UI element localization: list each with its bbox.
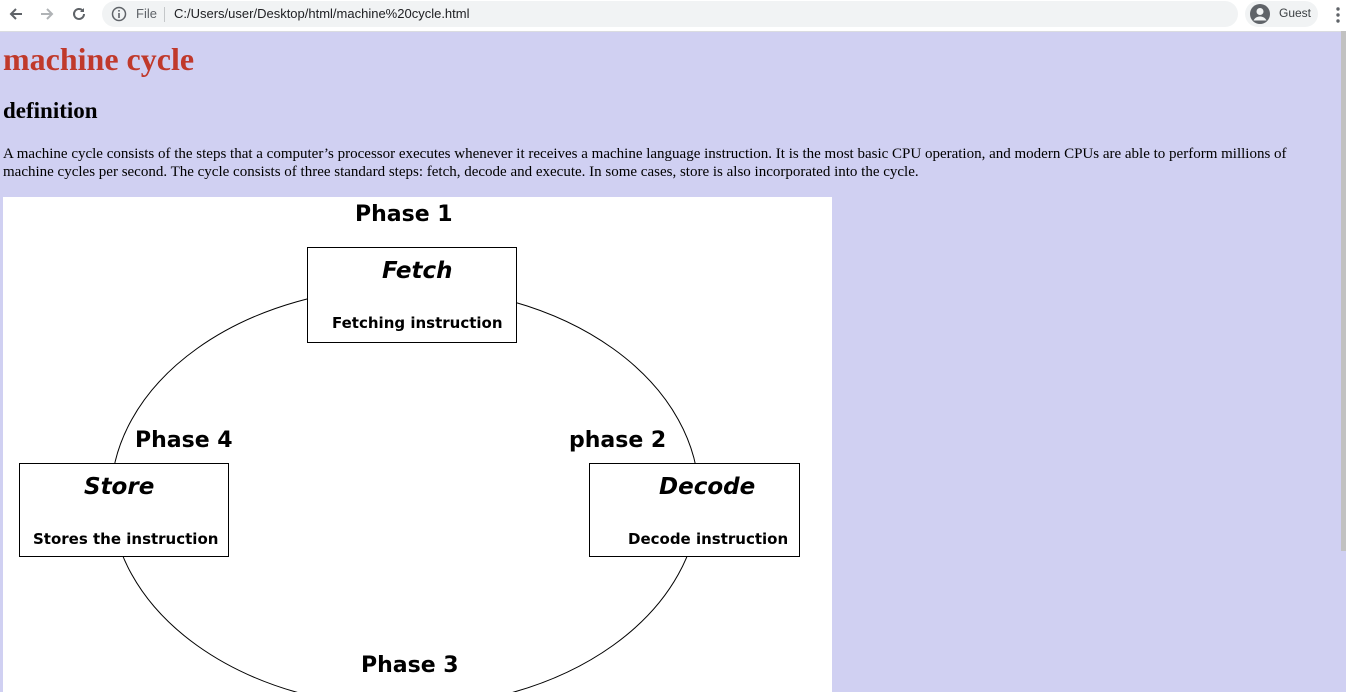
back-button[interactable] bbox=[3, 3, 29, 25]
page-scrollbar[interactable] bbox=[1341, 31, 1346, 551]
decode-description: Decode instruction bbox=[628, 530, 789, 548]
url-scheme-label: File bbox=[136, 6, 157, 21]
address-bar[interactable]: File C:/Users/user/Desktop/html/machine%… bbox=[102, 1, 1238, 27]
phase-3-label: Phase 3 bbox=[361, 653, 459, 678]
forward-button[interactable] bbox=[34, 3, 60, 25]
profile-button[interactable]: Guest bbox=[1245, 1, 1318, 27]
machine-cycle-diagram: Phase 1 phase 2 Phase 3 Phase 4 Fetch Fe… bbox=[3, 197, 832, 692]
arrow-right-icon bbox=[41, 8, 54, 20]
reload-icon bbox=[73, 7, 85, 20]
avatar-icon bbox=[1250, 4, 1270, 24]
phase-1-label: Phase 1 bbox=[355, 202, 453, 227]
fetch-description: Fetching instruction bbox=[332, 314, 503, 332]
kebab-menu-icon[interactable] bbox=[1330, 5, 1346, 25]
browser-toolbar: File C:/Users/user/Desktop/html/machine%… bbox=[0, 0, 1346, 32]
url-text[interactable]: C:/Users/user/Desktop/html/machine%20cyc… bbox=[174, 6, 470, 21]
page-title: machine cycle bbox=[3, 41, 195, 77]
profile-label: Guest bbox=[1279, 6, 1312, 20]
store-description: Stores the instruction bbox=[33, 530, 219, 548]
decode-title: Decode bbox=[659, 474, 756, 500]
fetch-title: Fetch bbox=[382, 258, 453, 284]
phase-2-label: phase 2 bbox=[569, 428, 667, 453]
phase-4-label: Phase 4 bbox=[135, 428, 233, 453]
section-heading: definition bbox=[3, 98, 98, 123]
decode-box: Decode Decode instruction bbox=[589, 463, 800, 557]
info-icon[interactable] bbox=[111, 6, 127, 22]
reload-button[interactable] bbox=[66, 3, 92, 25]
arrow-left-icon bbox=[9, 8, 22, 20]
store-title: Store bbox=[84, 474, 155, 500]
store-box: Store Stores the instruction bbox=[19, 463, 229, 557]
fetch-box: Fetch Fetching instruction bbox=[307, 247, 517, 343]
definition-paragraph: A machine cycle consists of the steps th… bbox=[3, 146, 1287, 180]
address-separator bbox=[164, 7, 165, 22]
